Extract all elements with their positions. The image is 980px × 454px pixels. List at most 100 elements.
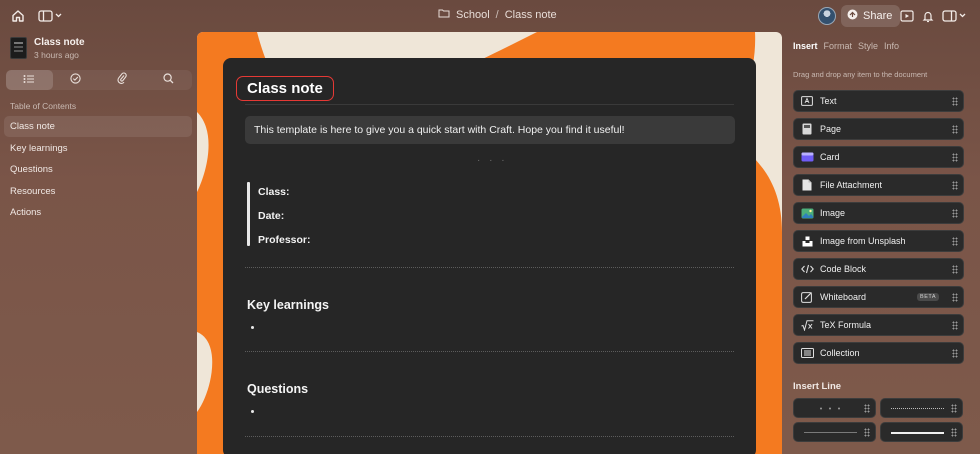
- search-icon: [163, 71, 174, 89]
- top-bar: School / Class note Share: [0, 0, 980, 32]
- line-style-dotted[interactable]: [880, 398, 963, 418]
- insert-block-code-block[interactable]: Code Block: [793, 258, 964, 280]
- insert-block-tex-formula[interactable]: TeX Formula: [793, 314, 964, 336]
- block-label: Whiteboard: [820, 292, 867, 302]
- section-heading-questions[interactable]: Questions: [247, 382, 308, 396]
- thin-line-preview: [804, 432, 857, 433]
- drag-handle-icon[interactable]: [952, 181, 958, 190]
- tab-style[interactable]: Style: [858, 41, 878, 51]
- text-icon: [800, 94, 814, 108]
- bell-icon[interactable]: [918, 6, 938, 26]
- tab-outline[interactable]: [6, 70, 53, 90]
- tab-format[interactable]: Format: [824, 41, 853, 51]
- blockquote-bar: [247, 182, 250, 246]
- tab-attachments[interactable]: [99, 70, 146, 90]
- image-icon: [800, 206, 814, 220]
- title-divider: [245, 104, 734, 105]
- present-icon[interactable]: [897, 6, 917, 26]
- field-professor[interactable]: Professor:: [258, 234, 311, 246]
- thick-line-preview: [891, 432, 944, 434]
- share-icon: [847, 9, 858, 23]
- breadcrumb: School / Class note: [438, 8, 557, 21]
- tab-tasks[interactable]: [53, 70, 100, 90]
- insert-block-whiteboard[interactable]: Whiteboard BETA: [793, 286, 964, 308]
- drag-handle-icon[interactable]: [952, 125, 958, 134]
- drag-handle-icon[interactable]: [952, 209, 958, 218]
- home-icon[interactable]: [8, 6, 28, 26]
- section-heading-key-learnings[interactable]: Key learnings: [247, 298, 329, 312]
- tab-info[interactable]: Info: [884, 41, 899, 51]
- block-label: Collection: [820, 348, 860, 358]
- intro-callout[interactable]: This template is here to give you a quic…: [245, 116, 735, 144]
- insert-line-options: [793, 398, 964, 442]
- drag-handle-icon[interactable]: [952, 321, 958, 330]
- insert-panel: Insert Format Style Info Drag and drop a…: [786, 32, 980, 454]
- section-divider: [245, 267, 734, 268]
- drag-handle-icon[interactable]: [864, 428, 870, 437]
- sidebar: Class note 3 hours ago Table of Contents: [0, 32, 196, 454]
- paperclip-icon: [117, 71, 127, 89]
- field-date[interactable]: Date:: [258, 210, 284, 222]
- block-label: Text: [820, 96, 837, 106]
- dotted-line-preview: [891, 408, 944, 409]
- panel-hint: Drag and drop any item to the document: [793, 70, 928, 79]
- bullet-point[interactable]: [251, 326, 254, 329]
- panel-tabs: Insert Format Style Info: [793, 41, 899, 51]
- line-style-thin[interactable]: [793, 422, 876, 442]
- sidebar-toggle-icon[interactable]: [36, 6, 64, 26]
- document-header[interactable]: Class note 3 hours ago: [10, 37, 85, 60]
- insert-block-image[interactable]: Image: [793, 202, 964, 224]
- block-label: Card: [820, 152, 840, 162]
- section-divider: [245, 436, 734, 437]
- line-style-dots[interactable]: [793, 398, 876, 418]
- block-label: File Attachment: [820, 180, 883, 190]
- dots-separator: · · ·: [477, 155, 508, 166]
- document-thumbnail: [10, 37, 27, 59]
- insert-block-image-from-unsplash[interactable]: Image from Unsplash: [793, 230, 964, 252]
- tex-icon: [800, 318, 814, 332]
- code-icon: [800, 262, 814, 276]
- drag-handle-icon[interactable]: [864, 404, 870, 413]
- line-style-thick[interactable]: [880, 422, 963, 442]
- file-icon: [800, 178, 814, 192]
- drag-handle-icon[interactable]: [952, 349, 958, 358]
- page-icon: [800, 122, 814, 136]
- insert-block-page[interactable]: Page: [793, 118, 964, 140]
- card-icon: [800, 150, 814, 164]
- breadcrumb-folder[interactable]: School: [456, 9, 490, 21]
- document-canvas: Class note This template is here to give…: [197, 32, 782, 454]
- document-timestamp: 3 hours ago: [34, 50, 79, 60]
- block-label: Image: [820, 208, 846, 218]
- check-circle-icon: [70, 71, 81, 89]
- bullet-point[interactable]: [251, 410, 254, 413]
- drag-handle-icon[interactable]: [951, 404, 957, 413]
- drag-handle-icon[interactable]: [952, 293, 958, 302]
- beta-badge: BETA: [917, 293, 939, 301]
- table-of-contents: Class note Key learnings Questions Resou…: [4, 116, 192, 224]
- tab-insert[interactable]: Insert: [793, 41, 818, 51]
- whiteboard-icon: [800, 290, 814, 304]
- drag-handle-icon[interactable]: [952, 237, 958, 246]
- insert-block-card[interactable]: Card: [793, 146, 964, 168]
- insert-block-collection[interactable]: Collection: [793, 342, 964, 364]
- toc-item-actions[interactable]: Actions: [4, 202, 192, 223]
- panel-toggle-icon[interactable]: [940, 6, 968, 26]
- avatar[interactable]: [818, 7, 836, 25]
- share-button[interactable]: Share: [841, 5, 901, 27]
- breadcrumb-current[interactable]: Class note: [505, 9, 557, 21]
- unsplash-icon: [800, 234, 814, 248]
- drag-handle-icon[interactable]: [952, 265, 958, 274]
- toc-item-key-learnings[interactable]: Key learnings: [4, 138, 192, 159]
- insert-block-text[interactable]: Text: [793, 90, 964, 112]
- drag-handle-icon[interactable]: [952, 97, 958, 106]
- tab-search[interactable]: [146, 70, 193, 90]
- field-class[interactable]: Class:: [258, 186, 290, 198]
- drag-handle-icon[interactable]: [952, 153, 958, 162]
- document-heading[interactable]: Class note: [236, 76, 334, 101]
- insert-block-file-attachment[interactable]: File Attachment: [793, 174, 964, 196]
- toc-item-resources[interactable]: Resources: [4, 181, 192, 202]
- breadcrumb-separator: /: [495, 8, 499, 21]
- toc-item-class-note[interactable]: Class note: [4, 116, 192, 137]
- toc-item-questions[interactable]: Questions: [4, 159, 192, 180]
- drag-handle-icon[interactable]: [951, 428, 957, 437]
